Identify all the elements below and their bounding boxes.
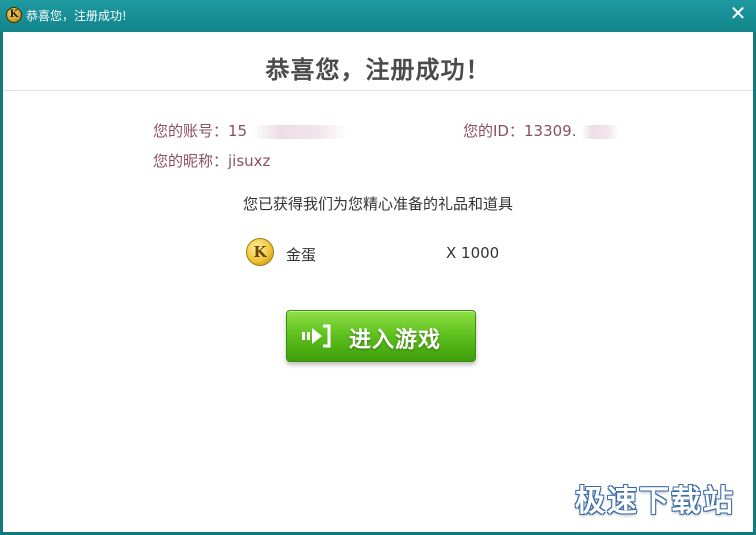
divider (3, 90, 753, 91)
enter-arrow-icon (302, 324, 331, 348)
gift-quantity: X 1000 (446, 244, 500, 262)
registration-success-window: K 恭喜您，注册成功! ✕ 恭喜您，注册成功！ 您的账号：15 您的ID：133… (0, 0, 756, 535)
id-info: 您的ID：13309. (463, 121, 620, 141)
gift-intro-text: 您已获得我们为您精心准备的礼品和道具 (242, 195, 513, 213)
watermark: 极速下载站 (575, 484, 735, 519)
window-title: 恭喜您，注册成功! (26, 9, 127, 23)
enter-game-label: 进入游戏 (349, 328, 442, 353)
nickname-info: 您的昵称：jisuxz (153, 151, 270, 171)
id-redaction (581, 124, 620, 139)
title-bar[interactable]: K 恭喜您，注册成功! ✕ (0, 0, 756, 32)
account-label: 您的账号： (153, 122, 229, 140)
nickname-value: jisuxz (228, 152, 271, 170)
page-title: 恭喜您，注册成功！ (265, 56, 491, 84)
account-value: 15 (228, 122, 248, 140)
account-info: 您的账号：15 (153, 121, 347, 141)
nickname-label: 您的昵称： (153, 152, 229, 170)
gift-name: 金蛋 (286, 246, 317, 264)
id-label: 您的ID： (463, 122, 524, 140)
enter-game-button[interactable]: 进入游戏 (286, 310, 476, 362)
close-icon: ✕ (729, 1, 747, 25)
gold-egg-coin-icon: K (246, 238, 274, 266)
close-button[interactable]: ✕ (728, 3, 748, 23)
id-value: 13309. (523, 122, 577, 140)
account-redaction (251, 124, 347, 139)
app-logo-icon: K (6, 7, 22, 23)
